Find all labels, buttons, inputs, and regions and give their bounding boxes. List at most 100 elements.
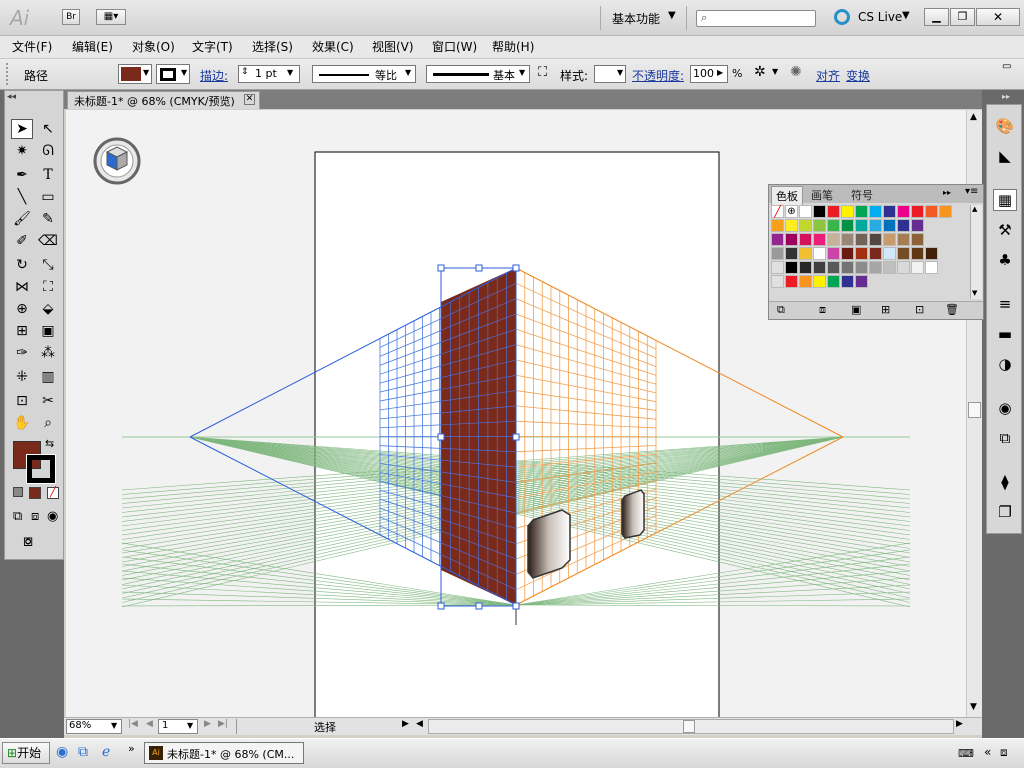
artboard-tool-icon[interactable]: ⊡ — [11, 391, 33, 411]
width-tool-icon[interactable]: ⋈ — [11, 277, 33, 297]
workspace-switcher[interactable]: 基本功能 — [612, 10, 660, 27]
free-transform-tool-icon[interactable]: ⛶ — [37, 277, 59, 297]
stroke-link[interactable]: 描边: — [200, 67, 228, 84]
menu-select[interactable]: 选择(S) — [252, 38, 293, 55]
pen-tool-icon[interactable]: ✒ — [11, 165, 33, 185]
stroke-color-box[interactable] — [26, 454, 56, 484]
menu-object[interactable]: 对象(O) — [132, 38, 175, 55]
swatch[interactable] — [883, 261, 896, 274]
opacity-field[interactable]: 100 ▶ — [690, 65, 728, 83]
layers-panel-icon[interactable]: ⧫ — [993, 471, 1017, 493]
isolate-icon[interactable]: ✺ — [790, 64, 802, 80]
graphic-styles-panel-icon[interactable]: ⧉ — [993, 427, 1017, 449]
scroll-thumb[interactable] — [968, 402, 981, 418]
swatch-pattern[interactable] — [813, 247, 826, 260]
graphic-style-dropdown[interactable]: ▼ — [594, 65, 626, 83]
eyedropper-tool-icon[interactable]: ✑ — [11, 343, 33, 363]
swatch[interactable] — [869, 205, 882, 218]
tray-expand-icon[interactable]: « — [984, 745, 991, 759]
swatch[interactable] — [841, 275, 854, 288]
column-graph-tool-icon[interactable]: ▥ — [37, 367, 59, 387]
hand-tool-icon[interactable]: ✋ — [11, 413, 33, 433]
swatch[interactable] — [841, 205, 854, 218]
swatch[interactable] — [785, 275, 798, 288]
document-tab[interactable]: 未标题-1* @ 68% (CMYK/预览) ✕ — [67, 91, 260, 109]
rectangle-tool-icon[interactable]: ▭ — [37, 187, 59, 207]
gradient-tool-icon[interactable]: ▣ — [37, 321, 59, 341]
chevron-down-icon[interactable]: ▼ — [668, 10, 676, 21]
screen-mode-icon[interactable]: ⧇ — [23, 531, 33, 551]
stroke-weight-field[interactable]: ⇕ 1 pt ▼ — [238, 65, 300, 83]
swatch[interactable] — [883, 233, 896, 246]
chrome-icon[interactable]: ◉ — [56, 744, 68, 760]
scroll-up-icon[interactable]: ▲ — [972, 205, 977, 213]
tab-symbols[interactable]: 符号 — [851, 187, 873, 203]
collapse-icon[interactable]: ◂◂ — [7, 92, 16, 102]
brushes-panel-icon[interactable]: ⚒ — [993, 219, 1017, 241]
panel-menu-icon[interactable]: ▾≡ — [965, 186, 978, 197]
swatch[interactable] — [771, 219, 784, 232]
new-color-group-icon[interactable]: ⊞ — [881, 303, 890, 316]
eraser-tool-icon[interactable]: ⌫ — [37, 231, 59, 251]
swatch-pattern[interactable] — [869, 247, 882, 260]
swatch[interactable] — [771, 233, 784, 246]
delete-swatch-icon[interactable]: 🗑 — [945, 303, 959, 316]
brush-options-icon[interactable]: ⛶ — [538, 65, 547, 80]
swatch[interactable] — [841, 219, 854, 232]
menu-help[interactable]: 帮助(H) — [492, 38, 534, 55]
stroke-panel-icon[interactable]: ≡ — [993, 293, 1017, 315]
app-quicklaunch-icon[interactable]: ⧉ — [78, 744, 88, 760]
symbols-panel-icon[interactable]: ♣ — [993, 249, 1017, 271]
status-menu-icon[interactable]: ▶ — [402, 719, 409, 729]
menu-effect[interactable]: 效果(C) — [312, 38, 354, 55]
recolor-artwork-icon[interactable]: ✲ — [754, 64, 766, 80]
swatch[interactable] — [813, 205, 826, 218]
draw-inside-icon[interactable]: ◉ — [47, 509, 58, 524]
variable-width-profile[interactable]: 等比 ▼ — [312, 65, 416, 83]
none-mode-icon[interactable]: ╱ — [47, 487, 59, 499]
swatch[interactable] — [799, 275, 812, 288]
swatch[interactable] — [855, 275, 868, 288]
lasso-tool-icon[interactable]: ᘏ — [37, 141, 59, 161]
menu-edit[interactable]: 编辑(E) — [72, 38, 113, 55]
swatch[interactable] — [785, 219, 798, 232]
transparency-panel-icon[interactable]: ◑ — [993, 353, 1017, 375]
swatch-pattern[interactable] — [771, 247, 784, 260]
gradient-mode-icon[interactable] — [29, 487, 41, 499]
swatch-group-folder[interactable] — [771, 261, 784, 274]
align-link[interactable]: 对齐 — [816, 67, 840, 84]
restore-button[interactable]: ❐ — [950, 8, 975, 26]
shape-builder-tool-icon[interactable]: ⊕ — [11, 299, 33, 319]
collapse-panel-icon[interactable]: ▸▸ — [943, 188, 951, 197]
swatch[interactable] — [799, 219, 812, 232]
artboard-number[interactable]: 1 — [162, 720, 168, 731]
prev-artboard-icon[interactable]: ◀ — [146, 719, 153, 729]
first-artboard-icon[interactable]: |◀ — [128, 719, 138, 729]
swatch[interactable] — [841, 261, 854, 274]
swatch-pattern[interactable] — [841, 247, 854, 260]
scroll-up-icon[interactable]: ▲ — [970, 112, 977, 122]
swatch-pattern[interactable] — [785, 247, 798, 260]
opacity-link[interactable]: 不透明度: — [632, 67, 684, 84]
menu-window[interactable]: 窗口(W) — [432, 38, 477, 55]
close-tab-icon[interactable]: ✕ — [244, 94, 255, 105]
brush-definition[interactable]: 基本 ▼ — [426, 65, 530, 83]
zoom-field[interactable]: 68% ▼ — [66, 719, 122, 734]
swatch[interactable] — [925, 205, 938, 218]
next-artboard-icon[interactable]: ▶ — [204, 719, 211, 729]
type-tool-icon[interactable]: T — [37, 165, 59, 185]
chevron-down-icon[interactable]: ▼ — [187, 721, 193, 730]
menu-view[interactable]: 视图(V) — [372, 38, 414, 55]
transform-link[interactable]: 变换 — [846, 67, 870, 84]
paintbrush-tool-icon[interactable]: 🖌 — [11, 209, 33, 229]
swatch[interactable] — [813, 275, 826, 288]
chevron-down-icon[interactable]: ▼ — [111, 721, 117, 730]
appearance-panel-icon[interactable]: ◉ — [993, 397, 1017, 419]
taskbar-window-button[interactable]: Ai 未标题-1* @ 68% (CM... — [144, 742, 304, 764]
internet-explorer-icon[interactable]: ℯ — [102, 744, 110, 760]
stroke-weight-value[interactable]: 1 pt — [255, 67, 277, 80]
menu-type[interactable]: 文字(T) — [192, 38, 233, 55]
swatch[interactable] — [869, 261, 882, 274]
color-guide-icon[interactable]: ◣ — [993, 145, 1017, 167]
cs-live-menu[interactable]: CS Live — [858, 10, 902, 24]
